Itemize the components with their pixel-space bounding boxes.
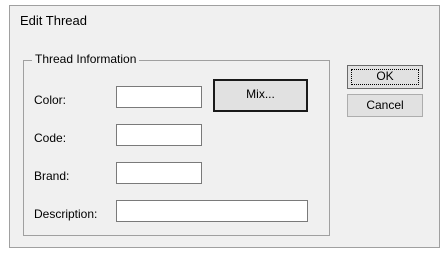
description-label: Description:: [34, 207, 98, 221]
dialog-title: Edit Thread: [20, 13, 87, 28]
code-label: Code:: [34, 131, 67, 145]
focus-rectangle: [351, 69, 419, 85]
mix-button[interactable]: Mix...: [213, 79, 308, 112]
code-field[interactable]: [116, 124, 202, 146]
group-legend: Thread Information: [32, 52, 140, 66]
edit-thread-dialog: Edit Thread Thread Information Color: Mi…: [9, 5, 440, 248]
color-label: Color:: [34, 93, 67, 107]
cancel-button[interactable]: Cancel: [347, 94, 423, 117]
ok-button[interactable]: OK: [347, 65, 423, 89]
brand-field[interactable]: [116, 162, 202, 184]
brand-label: Brand:: [34, 169, 70, 183]
color-field[interactable]: [116, 86, 202, 108]
description-field[interactable]: [116, 200, 308, 222]
